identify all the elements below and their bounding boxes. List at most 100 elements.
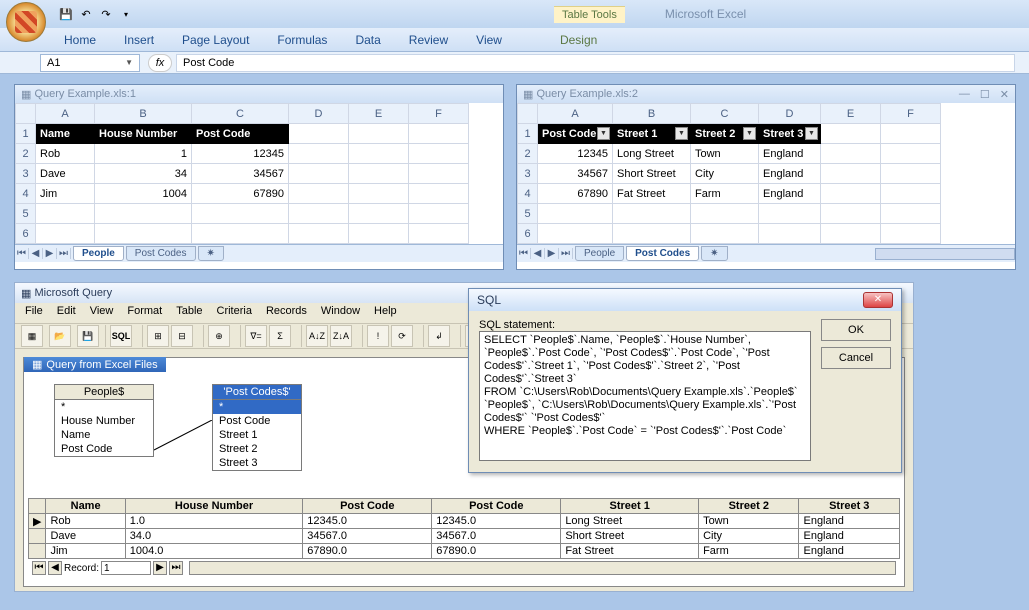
cell[interactable]: [538, 224, 613, 244]
rec-first-icon[interactable]: ⏮: [32, 561, 46, 575]
filter-dropdown-icon[interactable]: ▼: [675, 127, 688, 140]
cell[interactable]: [349, 224, 409, 244]
row-header[interactable]: 4: [518, 184, 538, 204]
table-header-cell[interactable]: Street 1▼: [613, 124, 691, 144]
cell[interactable]: [881, 204, 941, 224]
col-header[interactable]: E: [349, 104, 409, 124]
ok-button[interactable]: OK: [821, 319, 891, 341]
result-cell[interactable]: Jim: [46, 544, 125, 559]
name-box-dropdown-icon[interactable]: ▼: [125, 58, 133, 67]
row-header[interactable]: 2: [518, 144, 538, 164]
col-header[interactable]: A: [538, 104, 613, 124]
cell[interactable]: [691, 204, 759, 224]
cell[interactable]: [192, 224, 289, 244]
save-icon[interactable]: 💾: [77, 325, 99, 347]
table-header-cell[interactable]: Name: [36, 124, 95, 144]
cell[interactable]: [349, 124, 409, 144]
redo-icon[interactable]: ↷: [98, 6, 114, 22]
row-header[interactable]: 4: [16, 184, 36, 204]
result-cell[interactable]: 12345.0: [303, 514, 432, 529]
rec-prev-icon[interactable]: ◀: [48, 561, 62, 575]
cell[interactable]: [538, 204, 613, 224]
row-header[interactable]: 3: [518, 164, 538, 184]
table-header-cell[interactable]: Post Code▼: [538, 124, 613, 144]
cell[interactable]: Farm: [691, 184, 759, 204]
new-sheet-icon[interactable]: ✷: [701, 246, 727, 261]
tab-nav-last-icon[interactable]: ⏭: [57, 248, 71, 259]
cell[interactable]: 34567: [538, 164, 613, 184]
save-icon[interactable]: 💾: [58, 6, 74, 22]
menu-view[interactable]: View: [90, 305, 114, 321]
table-box-people[interactable]: People$ * House Number Name Post Code: [54, 384, 154, 457]
cell[interactable]: [289, 184, 349, 204]
tab-nav-first-icon[interactable]: ⏮: [15, 248, 29, 259]
menu-file[interactable]: File: [25, 305, 43, 321]
field-post-code[interactable]: Post Code: [213, 414, 301, 428]
row-header[interactable]: 6: [518, 224, 538, 244]
cell[interactable]: [821, 124, 881, 144]
new-sheet-icon[interactable]: ✷: [198, 246, 224, 261]
tab-design[interactable]: Design: [546, 29, 611, 51]
cell[interactable]: [821, 224, 881, 244]
return-data-icon[interactable]: ↲: [428, 325, 450, 347]
cell[interactable]: Rob: [36, 144, 95, 164]
tab-review[interactable]: Review: [395, 29, 462, 51]
sheet-tab-people[interactable]: People: [575, 246, 624, 261]
cell[interactable]: [95, 224, 192, 244]
result-cell[interactable]: Long Street: [561, 514, 699, 529]
sql-dialog-titlebar[interactable]: SQL ✕: [469, 289, 901, 311]
tab-nav-next-icon[interactable]: ▶: [545, 248, 559, 259]
result-col-header[interactable]: Post Code: [432, 499, 561, 514]
maximize-icon[interactable]: ☐: [980, 88, 990, 101]
cell[interactable]: 1004: [95, 184, 192, 204]
sheet-tab-postcodes[interactable]: Post Codes: [126, 246, 196, 261]
cell[interactable]: England: [759, 144, 821, 164]
cell[interactable]: [349, 184, 409, 204]
col-header[interactable]: A: [36, 104, 95, 124]
cancel-button[interactable]: Cancel: [821, 347, 891, 369]
row-header[interactable]: 2: [16, 144, 36, 164]
tab-home[interactable]: Home: [50, 29, 110, 51]
table-header-cell[interactable]: Street 3▼: [759, 124, 821, 144]
criteria-equals-icon[interactable]: ∇=: [245, 325, 267, 347]
formula-input[interactable]: Post Code: [176, 54, 1015, 72]
menu-table[interactable]: Table: [176, 305, 202, 321]
cell[interactable]: [349, 204, 409, 224]
cell[interactable]: 1: [95, 144, 192, 164]
menu-help[interactable]: Help: [374, 305, 397, 321]
col-header[interactable]: F: [881, 104, 941, 124]
result-cell[interactable]: England: [799, 544, 900, 559]
tab-nav-next-icon[interactable]: ▶: [43, 248, 57, 259]
col-header[interactable]: F: [409, 104, 469, 124]
cell[interactable]: [821, 204, 881, 224]
filter-dropdown-icon[interactable]: ▼: [597, 127, 610, 140]
totals-icon[interactable]: Σ: [269, 325, 291, 347]
cell[interactable]: [821, 144, 881, 164]
col-header[interactable]: E: [821, 104, 881, 124]
query-panel-title[interactable]: ▦ Query from Excel Files: [24, 357, 166, 372]
cell[interactable]: 67890: [538, 184, 613, 204]
cell[interactable]: Jim: [36, 184, 95, 204]
cell[interactable]: [36, 204, 95, 224]
new-query-icon[interactable]: ▦: [21, 325, 43, 347]
workbook1-grid[interactable]: A B C D E F 1 Name House Number Post Cod…: [15, 103, 469, 244]
table-box-postcodes[interactable]: 'Post Codes$' * Post Code Street 1 Stree…: [212, 384, 302, 471]
select-all-corner[interactable]: [16, 104, 36, 124]
cell[interactable]: [409, 164, 469, 184]
cell[interactable]: [881, 184, 941, 204]
result-cell[interactable]: 34.0: [125, 529, 303, 544]
tab-data[interactable]: Data: [341, 29, 394, 51]
menu-window[interactable]: Window: [321, 305, 360, 321]
cell[interactable]: 12345: [538, 144, 613, 164]
row-selector[interactable]: ▶: [29, 514, 46, 529]
col-header[interactable]: C: [192, 104, 289, 124]
workbook2-grid[interactable]: A B C D E F 1 Post Code▼ Street 1▼ Stree…: [517, 103, 941, 244]
auto-query-icon[interactable]: ⟳: [391, 325, 413, 347]
field-house-number[interactable]: House Number: [55, 414, 153, 428]
cell[interactable]: [881, 144, 941, 164]
close-button[interactable]: ✕: [863, 292, 893, 308]
result-col-header[interactable]: House Number: [125, 499, 303, 514]
cell[interactable]: [36, 224, 95, 244]
cell[interactable]: Fat Street: [613, 184, 691, 204]
menu-records[interactable]: Records: [266, 305, 307, 321]
